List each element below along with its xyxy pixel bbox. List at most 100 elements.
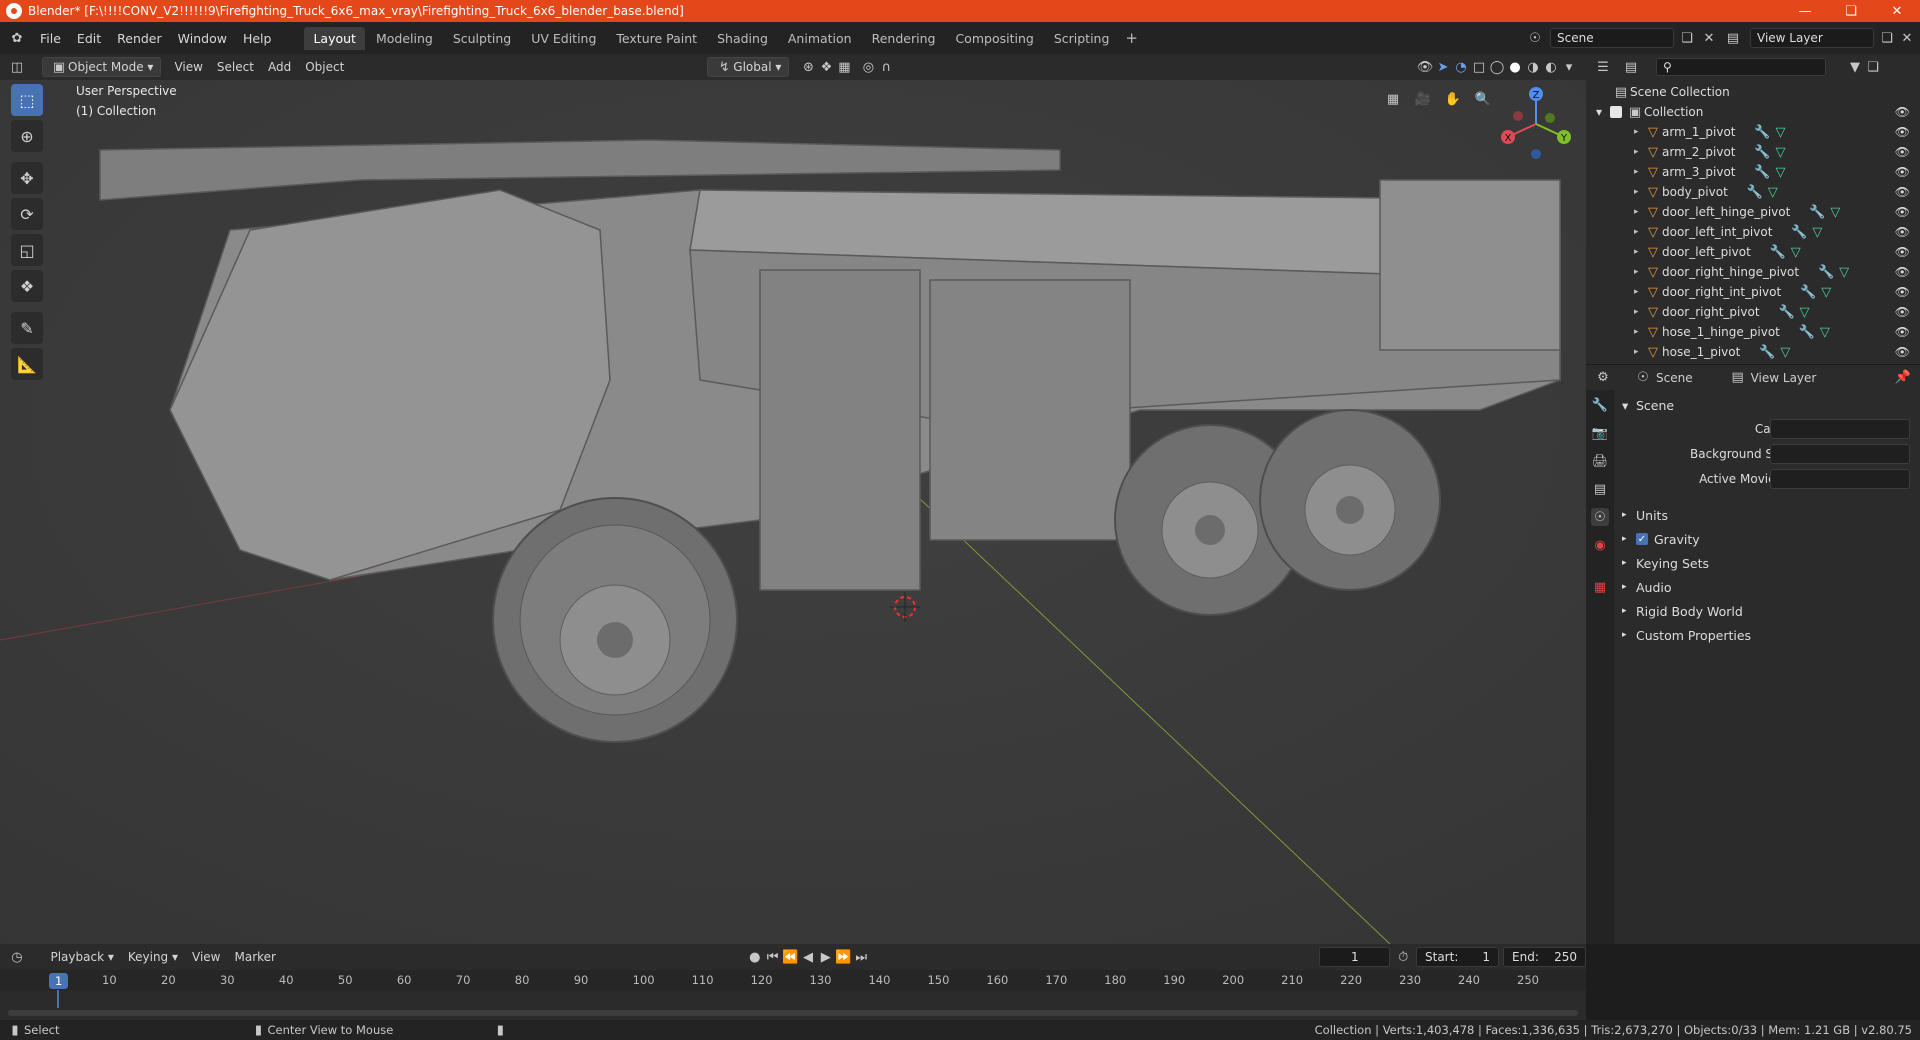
expand-arrow-icon[interactable]: ▾ [1596,105,1610,119]
menu-file[interactable]: File [32,31,69,46]
expand-arrow-icon[interactable]: ▸ [1634,127,1644,137]
proportional-edit-icon[interactable]: ◎ [859,58,877,76]
mesh-data-icon[interactable]: ▽ [1776,343,1794,361]
expand-arrow-icon[interactable]: ▸ [1634,327,1644,337]
record-icon[interactable]: ● [746,948,764,966]
expand-arrow-icon[interactable]: ▸ [1634,307,1644,317]
minimize-icon[interactable]: — [1782,0,1828,22]
expand-arrow-icon[interactable]: ▸ [1634,207,1644,217]
measure-tool-icon[interactable]: 📐 [11,348,43,380]
zoom-icon[interactable]: 🔍 [1474,90,1492,108]
current-frame-field[interactable]: 1 [1319,947,1391,967]
property-panel-header[interactable]: ▸ Keying Sets [1622,552,1709,574]
menu-view[interactable]: View [167,57,209,77]
timeline-editor-icon[interactable]: ◷ [8,948,26,966]
3d-viewport[interactable]: User Perspective (1) Collection ▦ 🎥 ✋ 🔍 … [0,80,1586,944]
modifier-wrench-icon[interactable]: 🔧 [1790,223,1808,241]
texture-props-icon[interactable]: ▦ [1591,578,1609,596]
outliner-item[interactable]: ▸ ▽ arm_1_pivot 🔧 ▽ 👁 [1586,122,1920,142]
eye-icon[interactable]: 👁 [1895,245,1910,259]
playhead-line[interactable] [57,990,59,1008]
scale-tool-icon[interactable]: ◱ [11,234,43,266]
eye-icon[interactable]: 👁 [1895,325,1910,339]
modifier-wrench-icon[interactable]: 🔧 [1799,283,1817,301]
modifier-wrench-icon[interactable]: 🔧 [1778,303,1796,321]
render-tab-icon[interactable]: 📷 [1591,424,1609,442]
pivot-point-icon[interactable]: ⊛ [799,58,817,76]
mesh-data-icon[interactable]: ▽ [1835,263,1853,281]
axis-gizmo[interactable]: Z X Y [1496,84,1576,164]
eye-icon[interactable]: 👁 [1895,105,1910,119]
expand-arrow-icon[interactable]: ▸ [1634,227,1644,237]
world-props-icon[interactable]: ◉ [1591,536,1609,554]
outliner-item[interactable]: ▸ ▽ door_right_int_pivot 🔧 ▽ 👁 [1586,282,1920,302]
tab-scripting[interactable]: Scripting [1045,27,1119,50]
outliner-item[interactable]: ▸ ▽ door_left_pivot 🔧 ▽ 👁 [1586,242,1920,262]
property-panel-header[interactable]: ▸ Audio [1622,576,1672,598]
gizmo-toggle-icon[interactable]: ➤ [1434,58,1452,76]
outliner-scene-collection[interactable]: ▤ Scene Collection [1586,82,1920,102]
falloff-icon[interactable]: ∩ [877,58,895,76]
mesh-data-icon[interactable]: ▽ [1764,183,1782,201]
modifier-wrench-icon[interactable]: 🔧 [1754,163,1772,181]
xray-icon[interactable]: □ [1470,58,1488,76]
outliner-collection[interactable]: ▾ ▣ Collection 👁 [1586,102,1920,122]
eye-icon[interactable]: 👁 [1895,205,1910,219]
move-tool-icon[interactable]: ✥ [11,162,43,194]
frame-ruler[interactable]: 1 10 20 30 40 50 60 70 80 90 100 110 120 130 140 150 160… [0,970,1586,990]
modifier-wrench-icon[interactable]: 🔧 [1769,243,1787,261]
eye-icon[interactable]: 👁 [1895,185,1910,199]
scene-tab-label[interactable]: Scene [1656,371,1693,385]
transform-orientation-dropdown[interactable]: ↯ Global ▾ [707,57,790,77]
new-collection-icon[interactable]: ❏ [1864,58,1882,76]
modifier-wrench-icon[interactable]: 🔧 [1808,203,1826,221]
display-mode-icon[interactable]: ▤ [1622,58,1640,76]
gravity-checkbox[interactable]: ✓ [1636,533,1648,545]
grid-view-icon[interactable]: ▦ [1384,90,1402,108]
snap-target-icon[interactable]: ▦ [835,58,853,76]
eye-icon[interactable]: 👁 [1895,285,1910,299]
collection-checkbox[interactable] [1610,106,1622,118]
menu-playback[interactable]: Playback ▾ [43,947,120,967]
tab-layout[interactable]: Layout [304,26,365,50]
menu-add[interactable]: Add [261,57,298,77]
blender-menu-icon[interactable]: ✿ [8,29,26,47]
expand-arrow-icon[interactable]: ▸ [1634,267,1644,277]
tab-compositing[interactable]: Compositing [946,27,1042,50]
menu-marker[interactable]: Marker [228,947,283,967]
expand-arrow-icon[interactable]: ▸ [1634,147,1644,157]
eye-icon[interactable]: 👁 [1895,145,1910,159]
new-scene-icon[interactable]: ❏ [1678,29,1696,47]
pin-icon[interactable]: 📌 [1894,369,1912,387]
mesh-data-icon[interactable]: ▽ [1808,223,1826,241]
rotate-tool-icon[interactable]: ⟳ [11,198,43,230]
prev-keyframe-icon[interactable]: ⏪ [781,948,799,966]
menu-object[interactable]: Object [298,57,351,77]
view-layer-props-icon[interactable]: ▤ [1591,480,1609,498]
close-icon[interactable]: ✕ [1874,0,1920,22]
mesh-data-icon[interactable]: ▽ [1796,303,1814,321]
property-panel-header[interactable]: ▸ Rigid Body World [1622,600,1743,622]
scene-section-header[interactable]: ▾ Scene [1622,394,1674,416]
eye-icon[interactable]: 👁 [1895,265,1910,279]
filter-icon[interactable]: ▼ [1846,58,1864,76]
outliner-item[interactable]: ▸ ▽ door_left_hinge_pivot 🔧 ▽ 👁 [1586,202,1920,222]
camera-field[interactable] [1770,419,1910,439]
cursor-tool-icon[interactable]: ⊕ [11,120,43,152]
outliner-item[interactable]: ▸ ▽ door_right_hinge_pivot 🔧 ▽ 👁 [1586,262,1920,282]
start-frame-field[interactable]: Start: 1 [1416,947,1500,967]
jump-end-icon[interactable]: ⏭ [852,948,870,966]
mesh-data-icon[interactable]: ▽ [1772,123,1790,141]
stopwatch-icon[interactable]: ⏱ [1394,948,1412,966]
outliner-item[interactable]: ▸ ▽ hose_1_pivot 🔧 ▽ 👁 [1586,342,1920,362]
tab-uv-editing[interactable]: UV Editing [522,27,605,50]
visibility-icon[interactable]: 👁 [1416,58,1434,76]
timeline-scrollbar[interactable] [8,1010,1578,1016]
menu-select[interactable]: Select [210,57,261,77]
transform-tool-icon[interactable]: ❖ [11,270,43,302]
eye-icon[interactable]: 👁 [1895,345,1910,359]
next-keyframe-icon[interactable]: ⏩ [835,948,853,966]
tab-sculpting[interactable]: Sculpting [444,27,520,50]
snap-icon[interactable]: ❖ [817,58,835,76]
camera-view-icon[interactable]: 🎥 [1414,90,1432,108]
